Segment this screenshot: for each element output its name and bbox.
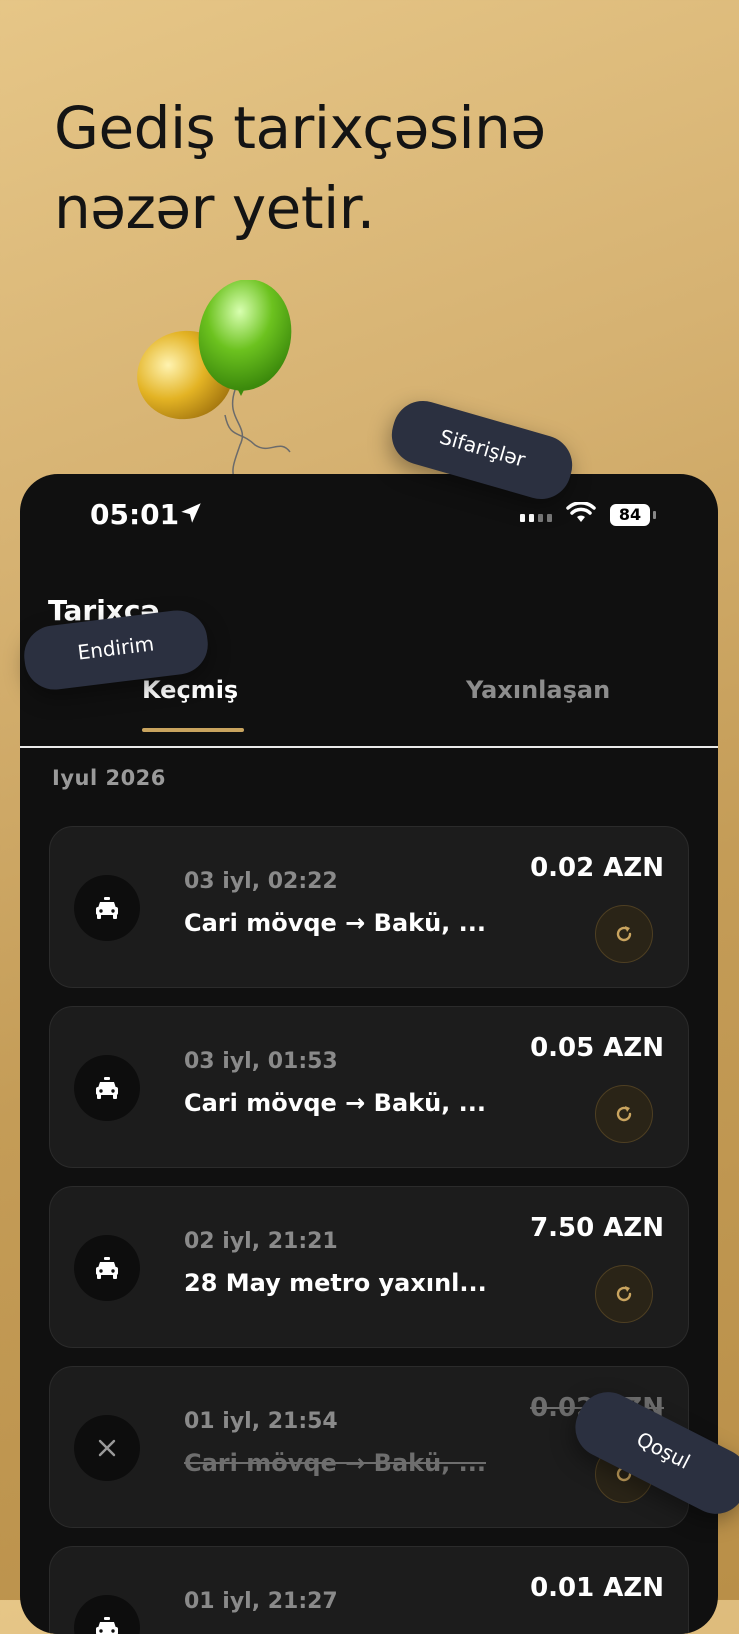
taxi-icon — [96, 1077, 118, 1099]
status-time: 05:01 — [90, 498, 180, 531]
repeat-ride-button[interactable] — [595, 1085, 653, 1143]
cellular-signal-icon — [520, 514, 552, 522]
headline-line-1: Gediş tarixçəsinə — [54, 94, 546, 162]
ride-date: 02 iyl, 21:21 — [184, 1229, 338, 1254]
ride-price: 0.01 AZN — [530, 1573, 664, 1603]
active-tab-indicator — [142, 728, 244, 732]
taxi-icon — [96, 1617, 118, 1634]
repeat-icon — [616, 926, 632, 942]
repeat-icon — [616, 1106, 632, 1122]
ride-card[interactable]: 03 iyl, 02:22 Cari mövqe → Bakü, ... 0.0… — [49, 826, 689, 988]
ride-date: 03 iyl, 02:22 — [184, 869, 338, 894]
taxi-icon — [96, 897, 118, 919]
tab-upcoming[interactable]: Yaxınlaşan — [466, 676, 610, 704]
ride-card[interactable]: 01 iyl, 21:27 0.01 AZN — [49, 1546, 689, 1634]
taxi-icon-wrap — [74, 875, 140, 941]
headline-line-2: nəzər yetir. — [54, 174, 375, 242]
taxi-icon-wrap — [74, 1055, 140, 1121]
ride-card[interactable]: 02 iyl, 21:21 28 May metro yaxınl... 7.5… — [49, 1186, 689, 1348]
taxi-icon-wrap — [74, 1235, 140, 1301]
month-header: Iyul 2026 — [52, 766, 166, 790]
tab-past[interactable]: Keçmiş — [142, 676, 238, 704]
repeat-ride-button[interactable] — [595, 1265, 653, 1323]
ride-price: 7.50 AZN — [530, 1213, 664, 1243]
ride-route: 28 May metro yaxınl... — [184, 1269, 487, 1297]
ride-date: 01 iyl, 21:54 — [184, 1409, 338, 1434]
tabs-divider — [20, 746, 718, 748]
taxi-icon-wrap — [74, 1595, 140, 1634]
ride-date: 03 iyl, 01:53 — [184, 1049, 338, 1074]
close-icon — [98, 1439, 116, 1457]
wifi-icon — [566, 502, 596, 522]
taxi-icon — [96, 1257, 118, 1279]
repeat-icon — [616, 1286, 632, 1302]
ride-date: 01 iyl, 21:27 — [184, 1589, 338, 1614]
battery-tip — [653, 511, 656, 519]
ride-price: 0.05 AZN — [530, 1033, 664, 1063]
ride-route: Cari mövqe → Bakü, ... — [184, 1449, 487, 1477]
status-bar: 05:01 84 — [20, 474, 718, 554]
marketing-headline: Gediş tarixçəsinə nəzər yetir. — [54, 88, 694, 248]
ride-route: Cari mövqe → Bakü, ... — [184, 1089, 487, 1117]
ride-card[interactable]: 03 iyl, 01:53 Cari mövqe → Bakü, ... 0.0… — [49, 1006, 689, 1168]
location-arrow-icon — [181, 503, 201, 523]
balloons-illustration — [137, 280, 292, 480]
ride-route: Cari mövqe → Bakü, ... — [184, 909, 487, 937]
repeat-ride-button[interactable] — [595, 905, 653, 963]
ride-price: 0.02 AZN — [530, 853, 664, 883]
cancelled-icon-wrap — [74, 1415, 140, 1481]
battery-level: 84 — [610, 504, 650, 526]
